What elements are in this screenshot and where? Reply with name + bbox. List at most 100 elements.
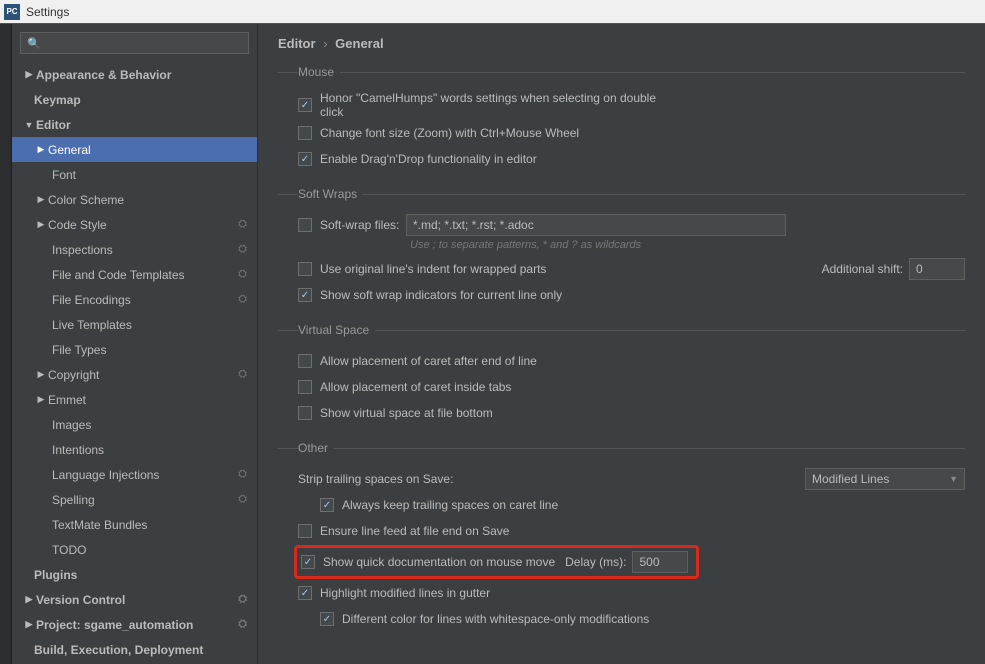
tree-editor-font[interactable]: Font — [12, 162, 257, 187]
ensure-lf-checkbox[interactable] — [298, 524, 312, 538]
caret-tabs-checkbox[interactable] — [298, 380, 312, 394]
virtual-space-group: Virtual Space Allow placement of caret a… — [278, 323, 965, 427]
tree-version-control[interactable]: ▶Version Control⛭ — [12, 587, 257, 612]
tree-language-injections[interactable]: Language Injections⛭ — [12, 462, 257, 487]
highlight-gutter-label: Highlight modified lines in gutter — [320, 586, 490, 600]
other-group: Other Strip trailing spaces on Save: Mod… — [278, 441, 965, 633]
tree-code-style[interactable]: ▶Code Style⛭ — [12, 212, 257, 237]
gear-icon: ⛭ — [238, 593, 247, 606]
gear-icon: ⛭ — [238, 468, 247, 481]
tree-textmate-bundles[interactable]: TextMate Bundles — [12, 512, 257, 537]
chevron-right-icon: ▶ — [34, 394, 48, 405]
tree-emmet[interactable]: ▶Emmet — [12, 387, 257, 412]
tree-appearance-behavior[interactable]: ▶Appearance & Behavior — [12, 62, 257, 87]
gear-icon: ⛭ — [238, 618, 247, 631]
file-bottom-label: Show virtual space at file bottom — [320, 406, 493, 420]
delay-label: Delay (ms): — [565, 555, 626, 569]
tree-file-code-templates[interactable]: File and Code Templates⛭ — [12, 262, 257, 287]
caret-eol-label: Allow placement of caret after end of li… — [320, 354, 537, 368]
honor-camelhumps-label: Honor "CamelHumps" words settings when s… — [320, 91, 660, 119]
ensure-lf-label: Ensure line feed at file end on Save — [320, 524, 509, 538]
tree-build[interactable]: Build, Execution, Deployment — [12, 637, 257, 662]
search-input[interactable]: 🔍 — [20, 32, 249, 54]
chevron-right-icon: ▶ — [22, 69, 36, 80]
strip-spaces-label: Strip trailing spaces on Save: — [298, 472, 453, 486]
chevron-right-icon: ▶ — [34, 369, 48, 380]
virtual-space-legend: Virtual Space — [298, 323, 375, 337]
caret-tabs-label: Allow placement of caret inside tabs — [320, 380, 511, 394]
mouse-group: Mouse Honor "CamelHumps" words settings … — [278, 65, 965, 173]
window-title: Settings — [26, 5, 69, 19]
dnd-checkbox[interactable] — [298, 152, 312, 166]
dnd-label: Enable Drag'n'Drop functionality in edit… — [320, 152, 537, 166]
chevron-right-icon: ▶ — [22, 619, 36, 630]
tree-file-encodings[interactable]: File Encodings⛭ — [12, 287, 257, 312]
caret-eol-checkbox[interactable] — [298, 354, 312, 368]
gear-icon: ⛭ — [238, 368, 247, 381]
breadcrumb: Editor › General — [278, 36, 965, 51]
always-keep-checkbox[interactable] — [320, 498, 334, 512]
softwrap-files-input[interactable] — [406, 214, 786, 236]
tree-file-types[interactable]: File Types — [12, 337, 257, 362]
zoom-checkbox[interactable] — [298, 126, 312, 140]
tree-keymap[interactable]: Keymap — [12, 87, 257, 112]
softwraps-group: Soft Wraps Soft-wrap files: Use ; to sep… — [278, 187, 965, 309]
left-gutter — [0, 24, 12, 664]
tree-images[interactable]: Images — [12, 412, 257, 437]
softwrap-indicators-label: Show soft wrap indicators for current li… — [320, 288, 562, 302]
tree-inspections[interactable]: Inspections⛭ — [12, 237, 257, 262]
tree-editor[interactable]: ▼Editor — [12, 112, 257, 137]
additional-shift-input[interactable] — [909, 258, 965, 280]
app-icon: PC — [4, 4, 20, 20]
tree-plugins[interactable]: Plugins — [12, 562, 257, 587]
tree-spelling[interactable]: Spelling⛭ — [12, 487, 257, 512]
orig-indent-label: Use original line's indent for wrapped p… — [320, 262, 546, 276]
honor-camelhumps-checkbox[interactable] — [298, 98, 312, 112]
softwraps-legend: Soft Wraps — [298, 187, 363, 201]
chevron-down-icon: ▼ — [22, 120, 36, 130]
tree-intentions[interactable]: Intentions — [12, 437, 257, 462]
quick-doc-checkbox[interactable] — [301, 555, 315, 569]
softwrap-files-label: Soft-wrap files: — [320, 218, 406, 232]
highlight-gutter-checkbox[interactable] — [298, 586, 312, 600]
zoom-label: Change font size (Zoom) with Ctrl+Mouse … — [320, 126, 579, 140]
softwrap-indicators-checkbox[interactable] — [298, 288, 312, 302]
chevron-right-icon: ▶ — [34, 219, 48, 230]
strip-spaces-select[interactable]: Modified Lines ▼ — [805, 468, 965, 490]
gear-icon: ⛭ — [238, 243, 247, 256]
strip-spaces-value: Modified Lines — [812, 472, 889, 486]
tree-color-scheme[interactable]: ▶Color Scheme — [12, 187, 257, 212]
chevron-right-icon: › — [323, 36, 327, 51]
tree-todo[interactable]: TODO — [12, 537, 257, 562]
diff-color-checkbox[interactable] — [320, 612, 334, 626]
settings-sidebar: 🔍 ▶Appearance & Behavior Keymap ▼Editor … — [12, 24, 258, 664]
gear-icon: ⛭ — [238, 268, 247, 281]
highlight-box: Show quick documentation on mouse move D… — [294, 545, 699, 579]
delay-input[interactable] — [632, 551, 688, 573]
orig-indent-checkbox[interactable] — [298, 262, 312, 276]
diff-color-label: Different color for lines with whitespac… — [342, 612, 649, 626]
always-keep-label: Always keep trailing spaces on caret lin… — [342, 498, 558, 512]
gear-icon: ⛭ — [238, 493, 247, 506]
chevron-right-icon: ▶ — [34, 194, 48, 205]
search-icon: 🔍 — [27, 37, 41, 50]
tree-live-templates[interactable]: Live Templates — [12, 312, 257, 337]
tree-project[interactable]: ▶Project: sgame_automation⛭ — [12, 612, 257, 637]
tree-copyright[interactable]: ▶Copyright⛭ — [12, 362, 257, 387]
chevron-down-icon: ▼ — [949, 474, 958, 484]
breadcrumb-general: General — [335, 36, 383, 51]
tree-editor-general[interactable]: ▶General — [12, 137, 257, 162]
mouse-legend: Mouse — [298, 65, 340, 79]
chevron-right-icon: ▶ — [34, 144, 48, 155]
softwrap-hint: Use ; to separate patterns, * and ? as w… — [410, 239, 965, 251]
file-bottom-checkbox[interactable] — [298, 406, 312, 420]
settings-content: Editor › General Mouse Honor "CamelHumps… — [258, 24, 985, 664]
quick-doc-label: Show quick documentation on mouse move — [323, 555, 555, 569]
other-legend: Other — [298, 441, 334, 455]
titlebar: PC Settings — [0, 0, 985, 24]
chevron-right-icon: ▶ — [22, 594, 36, 605]
settings-tree: ▶Appearance & Behavior Keymap ▼Editor ▶G… — [12, 60, 257, 664]
softwrap-files-checkbox[interactable] — [298, 218, 312, 232]
breadcrumb-editor[interactable]: Editor — [278, 36, 316, 51]
gear-icon: ⛭ — [238, 218, 247, 231]
